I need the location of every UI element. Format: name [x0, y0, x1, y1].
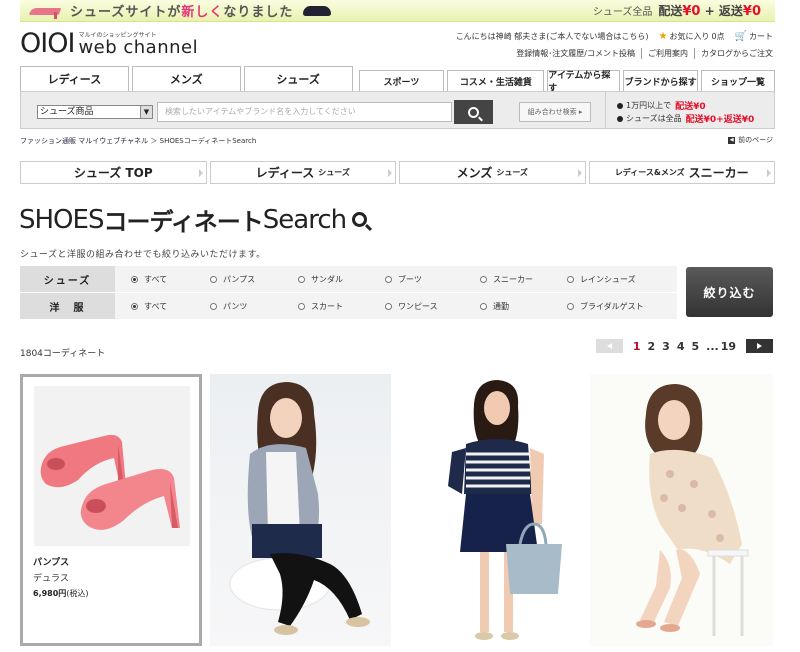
- radio-clothes-skirt[interactable]: スカート: [298, 293, 343, 319]
- radio-clothes-bridal[interactable]: ブライダルゲスト: [567, 293, 644, 319]
- tab-shoes[interactable]: シューズ: [243, 66, 353, 91]
- tab-items[interactable]: アイテムから探す: [547, 70, 621, 94]
- shoes-nav-mens[interactable]: メンズ シューズ: [399, 161, 586, 184]
- chevron-right-icon: [198, 169, 203, 177]
- search-input[interactable]: 検索したいアイテムやブランド名を入力してください: [157, 102, 452, 122]
- shoes-nav: シューズ TOP レディース シューズ メンズ シューズ レディース&メンズ スニーカ…: [20, 161, 775, 184]
- page-subtitle: シューズと洋服の組み合わせでも絞り込みいただけます。: [20, 250, 266, 260]
- filter-submit-button[interactable]: 絞り込む: [686, 267, 773, 317]
- radio-shoes-rain[interactable]: レインシューズ: [567, 266, 636, 292]
- page-ellipsis: ...: [706, 339, 719, 353]
- search-icon: [468, 106, 479, 118]
- radio-clothes-office[interactable]: 通勤: [480, 293, 509, 319]
- user-area: こんにちは神崎 郁夫さま(ご本人でない場合はこちら) ★ お気に入り 0点 🛒 …: [456, 31, 773, 42]
- bullet-icon: [617, 115, 623, 122]
- search-category-select[interactable]: シューズ商品 ▼: [37, 105, 153, 119]
- chevron-right-icon: [767, 169, 771, 177]
- page-4[interactable]: 4: [677, 340, 685, 353]
- filter-panel: シューズ すべて パンプス サンダル ブーツ スニーカー レインシューズ 洋 服…: [20, 266, 677, 320]
- page-1[interactable]: 1: [633, 340, 641, 353]
- radio-shoes-all[interactable]: すべて: [131, 266, 167, 292]
- shipping-info-1: 1万円以上で 配送¥0: [617, 99, 706, 112]
- bullet-icon: [617, 102, 623, 109]
- divider: [605, 92, 606, 128]
- back-link[interactable]: ◀ 前のページ: [728, 135, 773, 145]
- radio-shoes-sandals[interactable]: サンダル: [298, 266, 343, 292]
- product-image-pumps: [34, 386, 190, 546]
- filter-row-clothes: 洋 服 すべて パンツ スカート ワンピース 通勤 ブライダルゲスト: [20, 293, 677, 319]
- favorites-count: 0点: [711, 32, 725, 41]
- result-count: 1804コーディネート: [20, 349, 106, 359]
- filter-label-clothes: 洋 服: [20, 293, 115, 319]
- product-price: 6,980円(税込): [33, 589, 89, 598]
- breadcrumb-current: SHOESコーディネートSearch: [159, 137, 257, 145]
- banner-shipping-offer: シューズ全品 配送¥0 + 返送¥0: [592, 4, 761, 19]
- favorites-link[interactable]: ★ お気に入り 0点: [658, 31, 724, 42]
- combo-search-button[interactable]: 組み合わせ検索 ▸: [519, 102, 591, 122]
- site-logo[interactable]: OIOI マルイのショッピングサイト web channel: [20, 30, 198, 57]
- product-card[interactable]: パンプス デュラス 6,980円(税込): [20, 374, 202, 646]
- tab-sports[interactable]: スポーツ: [358, 70, 445, 91]
- tab-brands[interactable]: ブランドから探す: [623, 70, 699, 91]
- back-arrow-icon: ◀: [728, 136, 736, 144]
- account-links: 登録情報･注文履歴/コメント投稿 ご利用案内 カタログからご注文: [516, 48, 773, 59]
- dropdown-arrow-icon: ▼: [140, 106, 152, 118]
- tab-shops[interactable]: ショップ一覧: [701, 70, 775, 91]
- coordinate-photo-3[interactable]: [590, 374, 773, 646]
- page-last[interactable]: 19: [721, 340, 736, 353]
- star-icon: ★: [658, 31, 668, 42]
- pink-heel-icon: [30, 4, 64, 19]
- search-button[interactable]: [454, 100, 493, 124]
- oioi-logo-mark: OIOI: [20, 28, 75, 59]
- radio-shoes-boots[interactable]: ブーツ: [385, 266, 422, 292]
- page-title: SHOES コーディネート Search: [19, 202, 368, 237]
- shipping-info-2: シューズは全品 配送¥0+返送¥0: [617, 112, 754, 125]
- tab-cosme[interactable]: コスメ・生活雑貨: [447, 70, 545, 91]
- chevron-right-icon: [388, 169, 392, 177]
- promo-banner[interactable]: シューズサイトが新しくなりました シューズ全品 配送¥0 + 返送¥0: [20, 0, 775, 22]
- shoes-nav-ladies[interactable]: レディース シューズ: [209, 161, 396, 184]
- radio-clothes-pants[interactable]: パンツ: [210, 293, 247, 319]
- catalog-order-link[interactable]: カタログからご注文: [694, 48, 773, 59]
- chevron-right-icon: [577, 169, 582, 177]
- next-page-button[interactable]: [746, 339, 773, 353]
- user-greeting[interactable]: こんにちは神崎 郁夫さま(ご本人でない場合はこちら): [456, 31, 649, 42]
- cart-link[interactable]: 🛒 カート: [735, 31, 773, 42]
- search-icon: [352, 212, 368, 227]
- pagination: 1 2 3 4 5 ... 19: [595, 339, 773, 353]
- tab-mens[interactable]: メンズ: [131, 66, 241, 91]
- banner-text: シューズサイトが新しくなりました: [70, 5, 294, 20]
- category-tabs: レディース メンズ シューズ スポーツ コスメ・生活雑貨 アイテムから探す ブラ…: [20, 66, 775, 94]
- coordinate-photo-1[interactable]: [210, 374, 391, 646]
- product-brand: デュラス: [33, 574, 69, 584]
- radio-shoes-pumps[interactable]: パンプス: [210, 266, 255, 292]
- product-name: パンプス: [33, 558, 70, 568]
- filter-label-shoes: シューズ: [20, 266, 115, 292]
- radio-clothes-onepiece[interactable]: ワンピース: [385, 293, 438, 319]
- radio-shoes-sneakers[interactable]: スニーカー: [480, 266, 533, 292]
- breadcrumb: ファッション通販 マルイウェブチャネル ＞ SHOESコーディネートSearch: [20, 137, 257, 145]
- shoes-nav-sneakers[interactable]: レディース&メンズ スニーカー: [588, 161, 775, 184]
- page-2[interactable]: 2: [648, 340, 656, 353]
- logo-name: web channel: [78, 37, 199, 58]
- prev-page-button[interactable]: [595, 339, 623, 353]
- cart-icon: 🛒: [734, 31, 747, 42]
- filter-row-shoes: シューズ すべて パンプス サンダル ブーツ スニーカー レインシューズ: [20, 266, 677, 292]
- black-shoe-icon: [303, 5, 332, 16]
- tab-ladies[interactable]: レディース: [20, 66, 129, 91]
- shoes-nav-top[interactable]: シューズ TOP: [20, 161, 207, 184]
- radio-clothes-all[interactable]: すべて: [131, 293, 167, 319]
- breadcrumb-home[interactable]: ファッション通販 マルイウェブチャネル: [20, 137, 148, 145]
- page-3[interactable]: 3: [662, 340, 670, 353]
- guide-link[interactable]: ご利用案内: [641, 48, 688, 59]
- coordinate-photo-2[interactable]: [400, 374, 581, 646]
- page-5[interactable]: 5: [691, 340, 699, 353]
- account-history-link[interactable]: 登録情報･注文履歴/コメント投稿: [516, 48, 635, 59]
- search-bar: シューズ商品 ▼ 検索したいアイテムやブランド名を入力してください 組み合わせ検…: [20, 91, 775, 129]
